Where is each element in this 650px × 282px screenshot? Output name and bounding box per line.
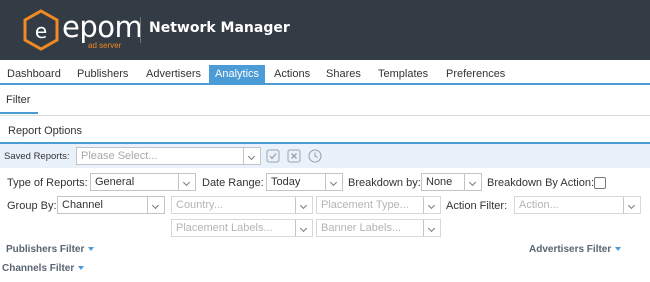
type-of-reports-value: General: [95, 176, 135, 188]
date-range-select[interactable]: Today: [266, 173, 343, 191]
breakdown-by-action-label: Breakdown By Action:: [487, 177, 595, 189]
saved-reports-placeholder: Please Select...: [81, 150, 158, 162]
publishers-filter-toggle[interactable]: Publishers Filter: [6, 244, 95, 255]
channels-filter-label: Channels Filter: [2, 263, 75, 274]
action-filter-label: Action Filter:: [446, 200, 508, 212]
country-placeholder: Country...: [176, 199, 223, 211]
chevron-down-icon: [325, 174, 342, 190]
caret-down-icon: [78, 266, 85, 271]
banner-labels-select[interactable]: Banner Labels...: [316, 219, 441, 237]
nav-shares[interactable]: Shares: [320, 65, 367, 85]
tab-filter[interactable]: Filter: [6, 94, 30, 106]
group-by-value: Channel: [62, 199, 103, 211]
chevron-down-icon: [243, 148, 260, 164]
saved-reports-label: Saved Reports:: [4, 151, 70, 162]
app-header: e epom ad server Network Manager: [0, 0, 650, 60]
svg-text:e: e: [35, 19, 47, 43]
chevron-down-icon: [178, 174, 195, 190]
action-filter-select[interactable]: Action...: [514, 196, 641, 214]
chevron-down-icon: [464, 174, 481, 190]
country-select[interactable]: Country...: [171, 196, 313, 214]
chevron-down-icon: [295, 220, 312, 236]
channels-filter-toggle[interactable]: Channels Filter: [2, 263, 85, 274]
nav-actions[interactable]: Actions: [268, 65, 316, 85]
banner-labels-placeholder: Banner Labels...: [321, 222, 402, 234]
save-report-icon[interactable]: [266, 149, 280, 163]
chevron-down-icon: [147, 197, 164, 213]
epom-logo[interactable]: e epom ad server: [22, 9, 143, 51]
logo-subtitle: ad server: [88, 41, 122, 50]
delete-report-icon[interactable]: [287, 149, 301, 163]
type-of-reports-label: Type of Reports:: [7, 177, 88, 189]
app-title: Network Manager: [149, 20, 290, 36]
nav-publishers[interactable]: Publishers: [71, 65, 134, 85]
nav-preferences[interactable]: Preferences: [440, 65, 511, 85]
action-placeholder: Action...: [519, 199, 559, 211]
chevron-down-icon: [423, 220, 440, 236]
chevron-down-icon: [623, 197, 640, 213]
logo-text: epom: [62, 10, 143, 44]
type-of-reports-select[interactable]: General: [90, 173, 196, 191]
saved-reports-select[interactable]: Please Select...: [76, 147, 261, 165]
date-range-value: Today: [271, 176, 301, 188]
header-divider: [140, 17, 141, 43]
breakdown-by-label: Breakdown by:: [348, 177, 421, 189]
advertisers-filter-label: Advertisers Filter: [529, 244, 612, 255]
nav-templates[interactable]: Templates: [372, 65, 434, 85]
schedule-report-icon[interactable]: [308, 149, 322, 163]
breakdown-by-value: None: [426, 176, 453, 188]
placement-labels-select[interactable]: Placement Labels...: [171, 219, 313, 237]
main-nav: Dashboard Publishers Advertisers Analyti…: [0, 62, 650, 85]
chevron-down-icon: [295, 197, 312, 213]
breakdown-by-select[interactable]: None: [421, 173, 482, 191]
group-by-select[interactable]: Channel: [57, 196, 165, 214]
caret-down-icon: [615, 247, 622, 252]
logo-hexagon-icon: e: [23, 9, 59, 51]
placement-type-select[interactable]: Placement Type...: [316, 196, 441, 214]
caret-down-icon: [88, 247, 95, 252]
placement-type-placeholder: Placement Type...: [321, 199, 409, 211]
active-tab-indicator: [0, 112, 38, 114]
saved-reports-row: Saved Reports: Please Select...: [0, 144, 650, 168]
publishers-filter-label: Publishers Filter: [6, 244, 85, 255]
nav-analytics[interactable]: Analytics: [209, 65, 266, 85]
nav-advertisers[interactable]: Advertisers: [140, 65, 207, 85]
advertisers-filter-toggle[interactable]: Advertisers Filter: [529, 244, 622, 255]
sub-nav: Filter: [0, 86, 650, 116]
placement-labels-placeholder: Placement Labels...: [176, 222, 273, 234]
date-range-label: Date Range:: [202, 177, 264, 189]
chevron-down-icon: [423, 197, 440, 213]
report-options-title: Report Options: [8, 125, 82, 137]
nav-dashboard[interactable]: Dashboard: [1, 65, 67, 85]
group-by-label: Group By:: [7, 200, 57, 212]
breakdown-by-action-checkbox[interactable]: [594, 177, 606, 189]
